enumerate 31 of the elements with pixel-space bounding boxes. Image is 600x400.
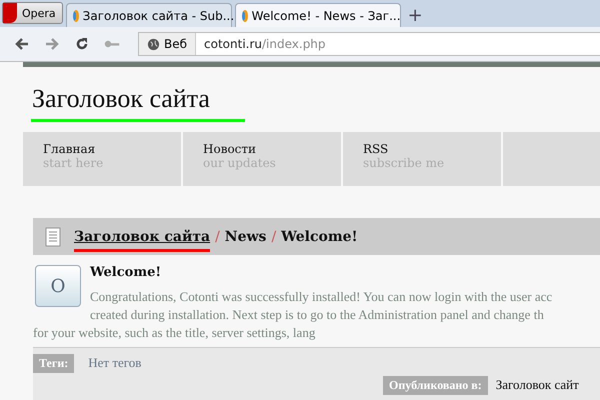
url-text: cotonti.ru/index.php [203, 37, 326, 51]
published-value: Заголовок сайт [496, 377, 579, 393]
breadcrumb-separator: / [271, 228, 276, 244]
nav-label: Новости [203, 142, 258, 156]
web-badge[interactable]: Веб [139, 33, 196, 55]
tab-title: Welcome! - News - Заг... [252, 8, 401, 22]
tags-value: Нет тегов [88, 355, 142, 371]
nav-label: RSS [363, 142, 390, 156]
tags-label: Теги: [33, 354, 74, 372]
tab-title: Заголовок сайта - Sub... [82, 8, 234, 22]
breadcrumb-link[interactable]: Заголовок сайта [74, 226, 210, 246]
post-text-line: for your website, such as the title, server settings, lang [33, 325, 316, 342]
breadcrumb-separator: / [215, 228, 220, 244]
post-text-line: created during installation. Next step is to go to the Administration panel and change th [90, 307, 545, 324]
address-field[interactable]: Веб cotonti.ru/index.php [138, 32, 600, 56]
site-title: Заголовок сайта [32, 84, 210, 113]
breadcrumb-item: Welcome! [281, 228, 358, 244]
avatar-letter: O [50, 276, 66, 296]
post-title: Welcome! [90, 265, 162, 282]
breadcrumb-item: News [224, 228, 266, 244]
back-icon[interactable] [14, 36, 30, 52]
browser-tab[interactable]: Welcome! - News - Заг... [234, 3, 401, 27]
reload-icon[interactable] [74, 36, 90, 52]
opera-menu-button[interactable]: Opera [2, 2, 63, 24]
new-tab-button[interactable]: + [404, 3, 427, 27]
opera-logo-icon [3, 3, 17, 23]
document-icon [45, 226, 61, 246]
post-text-line: Congratulations, Cotonti was successfully installed! You can now login with the user acc [90, 289, 554, 306]
published-label: Опубликовано в: [383, 376, 488, 394]
browser-tab[interactable]: Заголовок сайта - Sub... [66, 3, 232, 27]
nav-label: Главная [43, 142, 96, 156]
